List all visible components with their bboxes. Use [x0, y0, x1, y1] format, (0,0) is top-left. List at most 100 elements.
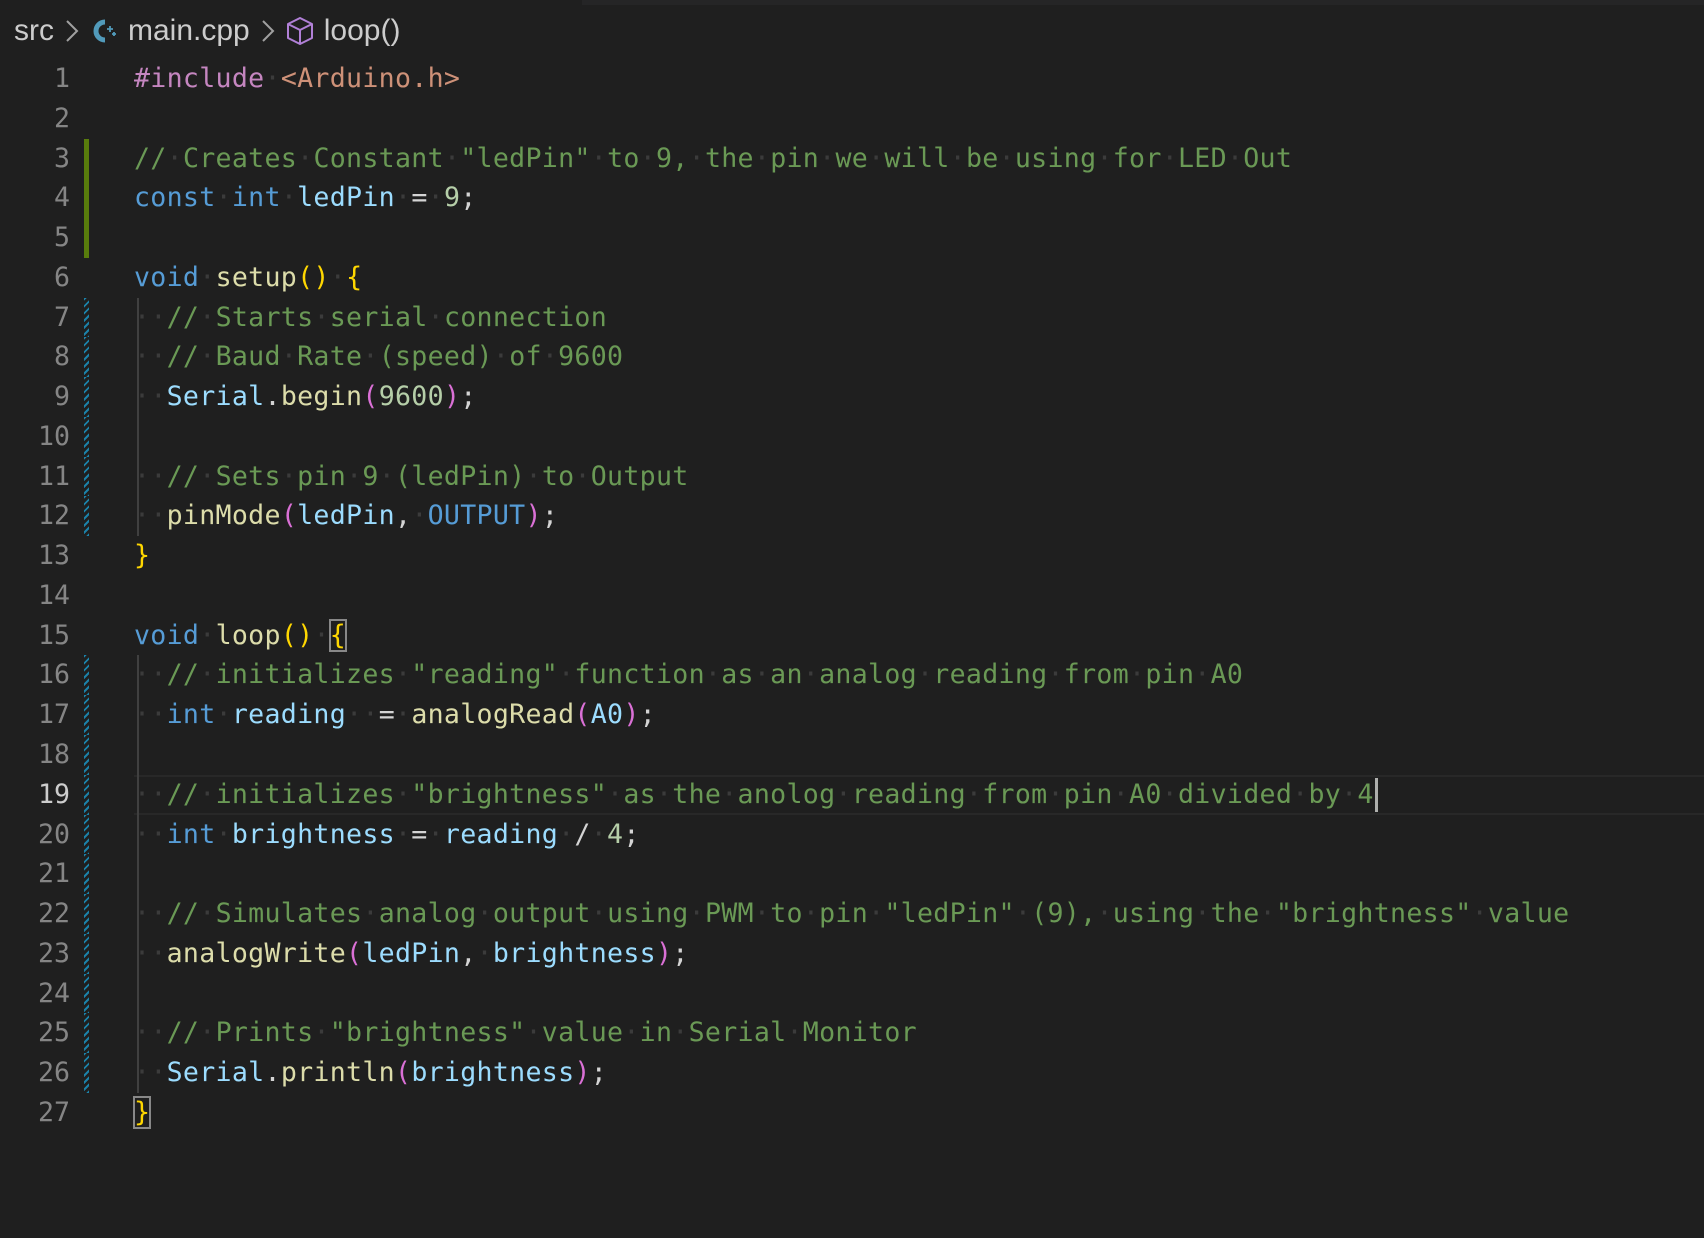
code-line[interactable]: 25 ··//·Prints·"brightness"·value·in·Seri…	[0, 1013, 1704, 1054]
code-text: }	[134, 540, 151, 572]
git-modified-marker[interactable]	[84, 735, 89, 775]
code-text: ··pinMode(ledPin,·OUTPUT);	[134, 500, 559, 532]
git-modified-marker[interactable]	[84, 814, 89, 855]
line-number: 22	[37, 898, 70, 930]
git-modified-marker[interactable]	[84, 774, 89, 815]
line-number: 15	[37, 619, 70, 651]
line-number: 24	[37, 977, 70, 1009]
code-line[interactable]: 10	[0, 416, 1704, 457]
line-number: 26	[37, 1057, 70, 1089]
code-line[interactable]: 21	[0, 854, 1704, 895]
git-modified-marker[interactable]	[84, 933, 89, 974]
git-modified-marker[interactable]	[84, 894, 89, 934]
code-line[interactable]: 7 ··//·Starts·serial·connection	[0, 297, 1704, 338]
code-text: ··analogWrite(ledPin,·brightness);	[134, 937, 689, 969]
line-number: 12	[37, 500, 70, 532]
code-text: }	[132, 1095, 152, 1129]
line-number: 8	[53, 341, 70, 373]
code-line[interactable]: 13}	[0, 536, 1704, 576]
code-line[interactable]: 3 //·Creates·Constant·"ledPin"·to·9,·the·…	[0, 138, 1704, 179]
tab-bar-edge	[0, 0, 1704, 5]
indent-guide	[137, 854, 139, 895]
line-number: 21	[37, 858, 70, 890]
git-modified-marker[interactable]	[84, 416, 89, 457]
git-added-marker[interactable]	[84, 178, 89, 219]
code-line[interactable]: 19 ··//·initializes·"brightness"·as·the·a…	[0, 774, 1704, 815]
git-modified-marker[interactable]	[84, 655, 89, 696]
breadcrumb-label: loop()	[323, 14, 401, 47]
code-line[interactable]: 14	[0, 576, 1704, 616]
line-number: 19	[37, 778, 70, 810]
breadcrumb-item-src[interactable]: src	[14, 14, 54, 48]
code-text: ··//·Simulates·analog·output·using·PWM·t…	[134, 898, 1570, 930]
method-cube-icon	[286, 16, 314, 46]
code-text: ··Serial.println(brightness);	[134, 1057, 608, 1089]
code-line[interactable]: 4 const·int·ledPin·=·9;	[0, 178, 1704, 219]
code-line[interactable]: 24	[0, 973, 1704, 1014]
code-editor[interactable]: 1 #include·<Arduino.h> 2 3//·Creates·Consta…	[0, 59, 1704, 1133]
git-modified-marker[interactable]	[84, 1013, 89, 1054]
git-modified-marker[interactable]	[84, 973, 89, 1014]
code-text: void·setup()·{	[134, 261, 363, 293]
code-line[interactable]: 20 ··int·brightness·=·reading·/·4;	[0, 814, 1704, 855]
git-modified-marker[interactable]	[84, 377, 89, 417]
breadcrumb-item-main-cpp[interactable]: main.cpp	[90, 14, 250, 48]
code-text: const·int·ledPin·=·9;	[134, 182, 477, 214]
code-line[interactable]: 18	[0, 735, 1704, 775]
breadcrumb: src main.cpp loop()	[14, 10, 400, 52]
git-modified-marker[interactable]	[84, 496, 89, 537]
code-text: ··//·initializes·"brightness"·as·the·ano…	[134, 775, 1378, 815]
tab-bar-fill	[582, 0, 1704, 5]
line-number: 18	[37, 739, 70, 771]
code-line[interactable]: 22 ··//·Simulates·analog·output·using·PWM…	[0, 894, 1704, 934]
indent-guide	[137, 416, 139, 457]
git-modified-marker[interactable]	[84, 1053, 89, 1093]
line-number: 9	[53, 381, 70, 413]
code-line[interactable]: 27}	[0, 1093, 1704, 1133]
line-number: 3	[53, 142, 70, 174]
breadcrumb-item-loop[interactable]: loop()	[286, 14, 401, 48]
git-modified-marker[interactable]	[84, 695, 89, 736]
code-text: ··//·Starts·serial·connection	[134, 301, 608, 333]
code-line[interactable]: 12 ··pinMode(ledPin,·OUTPUT);	[0, 496, 1704, 537]
line-number: 20	[37, 818, 70, 850]
line-number: 6	[53, 261, 70, 293]
line-number: 7	[53, 301, 70, 333]
line-number: 16	[37, 659, 70, 691]
git-modified-marker[interactable]	[84, 854, 89, 895]
code-line[interactable]: 11 ··//·Sets·pin·9·(ledPin)·to·Output	[0, 456, 1704, 497]
cpp-file-icon	[90, 17, 118, 45]
code-text: ··//·Baud·Rate·(speed)·of·9600	[134, 341, 624, 373]
code-line[interactable]: 8 ··//·Baud·Rate·(speed)·of·9600	[0, 337, 1704, 378]
line-number: 11	[37, 460, 70, 492]
code-line[interactable]: 9 ··Serial.begin(9600);	[0, 377, 1704, 417]
code-line[interactable]: 26 ··Serial.println(brightness);	[0, 1053, 1704, 1093]
code-line[interactable]: 17 ··int·reading··=·analogRead(A0);	[0, 695, 1704, 736]
line-number: 23	[37, 937, 70, 969]
code-line[interactable]: 1 #include·<Arduino.h>	[0, 59, 1704, 99]
code-text: ··//·initializes·"reading"·function·as·a…	[134, 659, 1244, 691]
indent-guide	[137, 735, 139, 775]
code-line[interactable]: 6 void·setup()·{	[0, 258, 1704, 298]
git-added-marker[interactable]	[84, 218, 89, 258]
code-line[interactable]: 15 void·loop()·{	[0, 616, 1704, 656]
line-number: 1	[53, 63, 70, 94]
code-text: ··Serial.begin(9600);	[134, 381, 477, 413]
git-added-marker[interactable]	[84, 138, 89, 179]
line-number: 5	[53, 222, 70, 254]
chevron-right-icon	[64, 18, 80, 44]
line-number: 13	[37, 540, 70, 572]
code-line[interactable]: 2	[0, 99, 1704, 139]
git-modified-marker[interactable]	[84, 297, 89, 338]
line-number: 27	[37, 1096, 70, 1128]
code-text: ··//·Prints·"brightness"·value·in·Serial…	[134, 1017, 917, 1049]
code-line[interactable]: 23 ··analogWrite(ledPin,·brightness);	[0, 933, 1704, 974]
code-text: ··int·brightness·=·reading·/·4;	[134, 818, 640, 850]
line-number: 25	[37, 1017, 70, 1049]
code-line[interactable]: 5	[0, 218, 1704, 258]
git-modified-marker[interactable]	[84, 456, 89, 497]
code-line[interactable]: 16 ··//·initializes·"reading"·function·as…	[0, 655, 1704, 696]
line-number: 4	[53, 182, 70, 214]
code-text: ··int·reading··=·analogRead(A0);	[134, 699, 656, 731]
git-modified-marker[interactable]	[84, 337, 89, 378]
